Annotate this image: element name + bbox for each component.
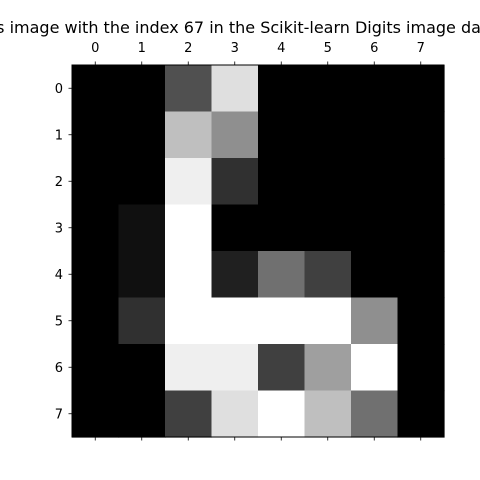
- pixel-cell-r5-c3: [211, 297, 259, 345]
- x-tick-label: 3: [231, 41, 239, 56]
- x-tick-label: 7: [417, 41, 425, 56]
- y-tick-label: 3: [55, 221, 63, 236]
- pixel-cell-r7-c5: [304, 390, 352, 438]
- y-tick-label: 0: [55, 82, 63, 97]
- x-tick-label: 0: [91, 41, 99, 56]
- pixel-grid: [72, 65, 445, 438]
- pixel-cell-r2-c5: [304, 158, 352, 206]
- x-tick-label: 6: [370, 41, 378, 56]
- pixel-cell-r3-c3: [211, 204, 259, 252]
- pixel-cell-r0-c1: [118, 65, 166, 113]
- pixel-cell-r6-c4: [258, 344, 306, 392]
- pixel-cell-r7-c2: [165, 390, 213, 438]
- pixel-cell-r5-c1: [118, 297, 166, 345]
- pixel-cell-r3-c6: [351, 204, 399, 252]
- pixel-cell-r5-c5: [304, 297, 352, 345]
- pixel-cell-r4-c0: [72, 251, 120, 299]
- pixel-cell-r5-c4: [258, 297, 306, 345]
- y-tick-label: 7: [55, 407, 63, 422]
- pixel-cell-r1-c3: [211, 111, 259, 159]
- pixel-cell-r7-c6: [351, 390, 399, 438]
- pixel-cell-r0-c5: [304, 65, 352, 113]
- pixel-cell-r5-c2: [165, 297, 213, 345]
- y-tick-label: 4: [55, 268, 63, 283]
- pixel-cell-r7-c4: [258, 390, 306, 438]
- pixel-cell-r5-c7: [397, 297, 445, 345]
- pixel-cell-r5-c0: [72, 297, 120, 345]
- digits-image-figure: Digits image with the index 67 in the Sc…: [0, 18, 480, 441]
- pixel-cell-r3-c5: [304, 204, 352, 252]
- pixel-cell-r2-c3: [211, 158, 259, 206]
- pixel-cell-r1-c4: [258, 111, 306, 159]
- pixel-cell-r7-c1: [118, 390, 166, 438]
- pixel-cell-r6-c1: [118, 344, 166, 392]
- pixel-cell-r1-c6: [351, 111, 399, 159]
- pixel-cell-r1-c7: [397, 111, 445, 159]
- pixel-cell-r3-c4: [258, 204, 306, 252]
- y-axis-ticks: 0 1 2 3 4 5 6 7: [55, 82, 72, 422]
- pixel-cell-r2-c7: [397, 158, 445, 206]
- pixel-cell-r0-c2: [165, 65, 213, 113]
- pixel-cell-r7-c7: [397, 390, 445, 438]
- pixel-cell-r3-c1: [118, 204, 166, 252]
- pixel-cell-r2-c6: [351, 158, 399, 206]
- pixel-cell-r3-c7: [397, 204, 445, 252]
- chart-title: Digits image with the index 67 in the Sc…: [0, 18, 480, 37]
- pixel-cell-r2-c1: [118, 158, 166, 206]
- x-tick-label: 5: [324, 41, 332, 56]
- pixel-cell-r4-c4: [258, 251, 306, 299]
- pixel-cell-r2-c4: [258, 158, 306, 206]
- y-tick-label: 5: [55, 314, 63, 329]
- pixel-cell-r1-c1: [118, 111, 166, 159]
- pixel-cell-r2-c0: [72, 158, 120, 206]
- pixel-cell-r6-c7: [397, 344, 445, 392]
- pixel-cell-r7-c3: [211, 390, 259, 438]
- y-tick-label: 6: [55, 361, 63, 376]
- pixel-cell-r0-c4: [258, 65, 306, 113]
- pixel-cell-r6-c6: [351, 344, 399, 392]
- pixel-cell-r0-c0: [72, 65, 120, 113]
- pixel-cell-r4-c6: [351, 251, 399, 299]
- pixel-cell-r1-c5: [304, 111, 352, 159]
- pixel-cell-r1-c0: [72, 111, 120, 159]
- pixel-cell-r4-c3: [211, 251, 259, 299]
- pixel-cell-r0-c7: [397, 65, 445, 113]
- pixel-cell-r0-c6: [351, 65, 399, 113]
- pixel-cell-r5-c6: [351, 297, 399, 345]
- pixel-cell-r6-c0: [72, 344, 120, 392]
- pixel-cell-r6-c5: [304, 344, 352, 392]
- pixel-cell-r3-c0: [72, 204, 120, 252]
- pixel-cell-r2-c2: [165, 158, 213, 206]
- pixel-cell-r4-c7: [397, 251, 445, 299]
- x-tick-label: 2: [184, 41, 192, 56]
- pixel-cell-r1-c2: [165, 111, 213, 159]
- y-tick-label: 2: [55, 175, 63, 190]
- x-tick-label: 4: [277, 41, 285, 56]
- pixel-cell-r3-c2: [165, 204, 213, 252]
- pixel-cell-r7-c0: [72, 390, 120, 438]
- pixel-cell-r6-c2: [165, 344, 213, 392]
- pixel-cell-r6-c3: [211, 344, 259, 392]
- pixel-cell-r4-c1: [118, 251, 166, 299]
- pixel-cell-r4-c2: [165, 251, 213, 299]
- x-tick-label: 1: [138, 41, 146, 56]
- pixel-cell-r4-c5: [304, 251, 352, 299]
- pixel-cell-r0-c3: [211, 65, 259, 113]
- y-tick-label: 1: [55, 128, 63, 143]
